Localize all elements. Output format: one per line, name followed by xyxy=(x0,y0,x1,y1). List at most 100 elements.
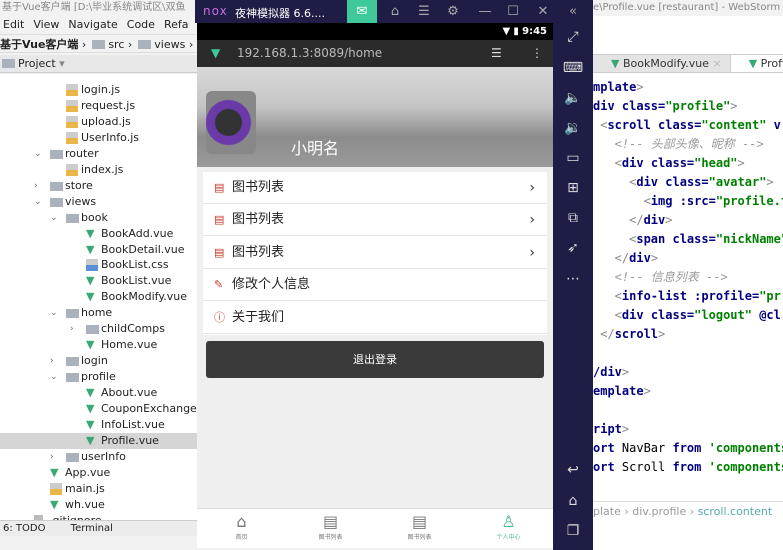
tree-item[interactable]: ▼ Profile.vue xyxy=(0,432,197,449)
breadcrumb-src[interactable]: src xyxy=(108,38,124,51)
recents-icon[interactable]: ❐ xyxy=(553,523,593,539)
project-panel-header[interactable]: Project ▾ xyxy=(0,55,200,73)
rocket-icon[interactable]: ➶ xyxy=(553,240,593,256)
screen-icon[interactable]: ▭ xyxy=(553,150,593,166)
tab-item[interactable]: ▤ 图书列表 xyxy=(375,509,464,548)
tree-item[interactable]: BookList.css xyxy=(0,257,197,273)
close-tab-icon[interactable]: × xyxy=(712,57,721,70)
tab-item[interactable]: ▤ 图书列表 xyxy=(286,509,375,548)
tree-item[interactable]: ⌄ views xyxy=(0,194,197,210)
menu-icon[interactable]: ☰ xyxy=(409,0,439,23)
tree-item[interactable]: main.js xyxy=(0,481,197,497)
list-item[interactable]: ▤ 图书列表 › xyxy=(203,237,547,269)
tree-item[interactable]: UserInfo.js xyxy=(0,130,197,146)
fullscreen-icon[interactable]: ⤢ xyxy=(553,29,593,45)
list-item[interactable]: ⓘ 关于我们 xyxy=(203,302,547,334)
chevron-down-icon[interactable]: ⌄ xyxy=(34,194,44,210)
tree-item[interactable]: ▼ CouponExchange.vue xyxy=(0,401,221,417)
tree-item[interactable]: ▼ InfoList.vue xyxy=(0,417,197,433)
tree-item[interactable]: › login xyxy=(0,353,197,369)
crumb-scroll-content[interactable]: scroll.content xyxy=(698,505,773,518)
crumb-div-profile[interactable]: div.profile xyxy=(632,505,686,518)
breadcrumb-root[interactable]: 基于Vue客户端 xyxy=(0,38,78,51)
tree-item[interactable]: login.js xyxy=(0,82,197,98)
collapse-sidebar-icon[interactable]: « xyxy=(558,0,588,23)
back-icon[interactable]: ↩ xyxy=(553,462,593,478)
tree-item[interactable]: ▼ About.vue xyxy=(0,385,197,401)
maximize-icon[interactable]: ☐ xyxy=(498,0,528,23)
editor-breadcrumb: plate › div.profile › scroll.content xyxy=(593,501,783,520)
code-line: <img :src="profile.t xyxy=(593,192,783,211)
vue-file-icon: ▼ xyxy=(86,433,95,447)
menu-code[interactable]: Code xyxy=(127,16,155,33)
logout-button[interactable]: 退出登录 xyxy=(206,341,544,378)
project-icon xyxy=(2,59,15,68)
volume-down-icon[interactable]: 🔉 xyxy=(553,120,593,136)
tab-profile[interactable]: ▼ Profile xyxy=(730,55,783,72)
tree-item[interactable]: ▼ BookDetail.vue xyxy=(0,242,197,258)
more-icon[interactable]: ⋯ xyxy=(553,271,593,287)
list-item[interactable]: ✎ 修改个人信息 xyxy=(203,269,547,302)
todo-tab[interactable]: 6: TODO xyxy=(3,523,45,534)
tree-item[interactable]: request.js xyxy=(0,98,197,114)
menu-refactor[interactable]: Refa xyxy=(164,16,189,33)
tree-item[interactable]: ⌄ router xyxy=(0,146,197,162)
chevron-down-icon[interactable]: ⌄ xyxy=(50,210,60,226)
theme-icon[interactable]: ⌂ xyxy=(380,0,410,23)
tree-item[interactable]: ⌄ profile xyxy=(0,369,197,385)
tree-item[interactable]: ⌄ book xyxy=(0,210,197,226)
terminal-tab[interactable]: Terminal xyxy=(71,523,113,534)
list-item[interactable]: ▤ 图书列表 › xyxy=(203,204,547,237)
tree-item[interactable]: ▼ BookModify.vue xyxy=(0,289,197,305)
tree-item[interactable]: › childComps xyxy=(0,321,197,337)
tree-item[interactable]: › userInfo xyxy=(0,449,197,465)
breadcrumb-views[interactable]: views xyxy=(154,38,185,51)
tab-bookmodify[interactable]: ▼ BookModify.vue × xyxy=(593,55,731,72)
keyboard-icon[interactable]: ⌨ xyxy=(553,60,593,76)
chevron-right-icon[interactable]: › xyxy=(34,178,44,194)
menu-view[interactable]: View xyxy=(33,16,59,33)
chevron-down-icon[interactable]: ⌄ xyxy=(34,146,44,162)
tree-item[interactable]: ▼ Home.vue xyxy=(0,337,197,353)
chevron-down-icon[interactable]: ⌄ xyxy=(50,305,60,321)
avatar[interactable] xyxy=(206,91,256,154)
tree-item[interactable]: › store xyxy=(0,178,197,194)
tree-item[interactable]: ▼ wh.vue xyxy=(0,497,197,513)
tree-item[interactable]: ▼ BookList.vue xyxy=(0,273,197,289)
tree-item[interactable]: upload.js xyxy=(0,114,197,130)
code-token: class= xyxy=(650,308,695,322)
tree-item[interactable]: ▼ App.vue xyxy=(0,465,197,481)
store-icon[interactable]: ✉ xyxy=(347,0,377,23)
close-icon[interactable]: ✕ xyxy=(528,0,558,23)
tree-item-label: store xyxy=(65,178,93,192)
gear-icon[interactable]: ⚙ xyxy=(438,0,468,23)
chevron-down-icon[interactable]: ⌄ xyxy=(50,369,60,385)
multi-instance-icon[interactable]: ⧉ xyxy=(553,210,593,226)
tree-item-label: book xyxy=(81,210,108,224)
code-line: div class="profile"> xyxy=(593,97,783,116)
tab-item[interactable]: ♙ 个人中心 xyxy=(464,509,553,548)
kebab-menu-icon[interactable]: ⋮ xyxy=(531,40,543,67)
code-token: > xyxy=(658,327,666,341)
home-nav-icon[interactable]: ⌂ xyxy=(553,493,593,509)
chevron-right-icon[interactable]: › xyxy=(50,449,60,465)
menu-navigate[interactable]: Navigate xyxy=(68,16,117,33)
browser-url-bar[interactable]: ▼ 192.168.1.3:8089/home ☰ ⋮ xyxy=(197,40,553,67)
tree-item[interactable]: index.js xyxy=(0,162,197,178)
chevron-right-icon[interactable]: › xyxy=(70,321,80,337)
tab-item[interactable]: ⌂ 首页 xyxy=(197,509,286,548)
crumb-template[interactable]: plate xyxy=(593,505,621,518)
tree-item[interactable]: ⌄ home xyxy=(0,305,197,321)
code-token: < xyxy=(593,194,651,208)
chevron-right-icon[interactable]: › xyxy=(50,353,60,369)
tree-item[interactable]: ▼ BookAdd.vue xyxy=(0,226,197,242)
apk-icon[interactable]: ⊞ xyxy=(553,180,593,196)
volume-up-icon[interactable]: 🔈 xyxy=(553,90,593,106)
url-text[interactable]: 192.168.1.3:8089/home xyxy=(237,40,382,67)
chevron-down-icon[interactable]: ▾ xyxy=(59,57,65,70)
tabs-icon[interactable]: ☰ xyxy=(491,40,502,67)
minimize-icon[interactable]: — xyxy=(470,0,500,23)
tree-item-label: Profile.vue xyxy=(101,433,159,447)
menu-edit[interactable]: Edit xyxy=(3,16,24,33)
list-item[interactable]: ▤ 图书列表 › xyxy=(203,172,547,204)
